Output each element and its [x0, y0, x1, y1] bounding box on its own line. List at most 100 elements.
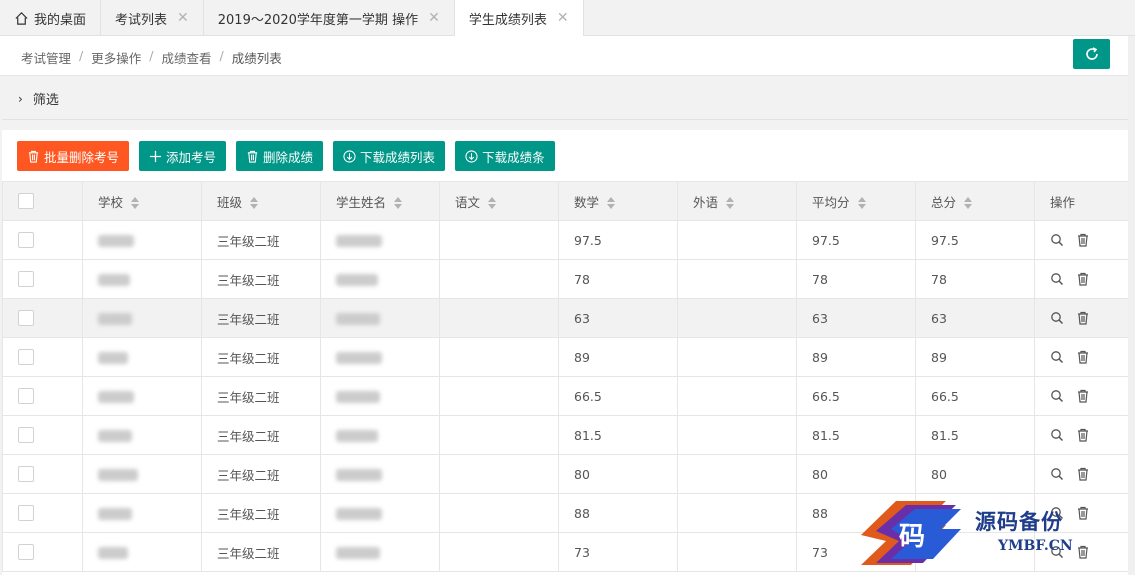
row-checkbox[interactable] — [18, 388, 34, 405]
header-label: 语文 — [455, 194, 481, 210]
row-checkbox[interactable] — [18, 427, 34, 444]
table-row[interactable]: 三年级二班 78 78 78 — [2, 259, 1131, 299]
row-select-cell — [2, 415, 83, 455]
table-header-row: 学校 班级 学生姓名 语文 数学 外语 平均分 总分 操作 — [2, 181, 1131, 221]
header-label: 平均分 — [812, 194, 850, 210]
scrollbar[interactable] — [1128, 36, 1135, 575]
table-row[interactable]: 三年级二班 81.5 81.5 81.5 — [2, 415, 1131, 455]
sort-icon[interactable] — [726, 197, 735, 209]
redacted-name — [336, 391, 380, 403]
cell-average: 97.5 — [796, 220, 916, 260]
view-icon[interactable] — [1050, 311, 1064, 325]
view-icon[interactable] — [1050, 428, 1064, 442]
delete-scores-button[interactable]: 删除成绩 — [236, 141, 324, 171]
column-header-student-name[interactable]: 学生姓名 — [320, 181, 440, 221]
tab-exam-list[interactable]: 考试列表 ✕ — [101, 0, 204, 36]
row-checkbox[interactable] — [18, 505, 34, 522]
delete-icon[interactable] — [1076, 428, 1090, 442]
row-checkbox[interactable] — [18, 466, 34, 483]
breadcrumb-item[interactable]: 成绩查看 — [161, 48, 211, 67]
cell-foreign-language — [677, 220, 797, 260]
view-icon[interactable] — [1050, 467, 1064, 481]
cell-total: 89 — [915, 337, 1035, 377]
table-row[interactable]: 三年级二班 66.5 66.5 66.5 — [2, 376, 1131, 416]
row-select-cell — [2, 337, 83, 377]
tab-bar: 我的桌面 考试列表 ✕ 2019～2020学年度第一学期 操作 ✕ 学生成绩列表… — [0, 0, 1135, 37]
cell-school — [82, 337, 202, 377]
breadcrumb-separator: / — [79, 48, 84, 63]
column-header-math[interactable]: 数学 — [558, 181, 678, 221]
cell-student-name — [320, 337, 440, 377]
cell-school — [82, 298, 202, 338]
tab-home[interactable]: 我的桌面 — [0, 0, 102, 36]
row-checkbox[interactable] — [18, 310, 34, 327]
column-header-average[interactable]: 平均分 — [796, 181, 916, 221]
cell-student-name — [320, 415, 440, 455]
view-icon[interactable] — [1050, 389, 1064, 403]
close-icon[interactable]: ✕ — [557, 10, 569, 26]
breadcrumb-item[interactable]: 考试管理 — [21, 48, 71, 67]
redacted-name — [336, 313, 380, 325]
select-all-checkbox[interactable] — [18, 193, 34, 210]
view-icon[interactable] — [1050, 350, 1064, 364]
column-header-foreign-language[interactable]: 外语 — [677, 181, 797, 221]
cell-chinese — [439, 493, 559, 533]
redacted-school — [98, 352, 128, 364]
cell-student-name — [320, 220, 440, 260]
table-row[interactable]: 三年级二班 97.5 97.5 97.5 — [2, 220, 1131, 260]
watermark-subtext: YMBF.CN — [998, 538, 1073, 554]
sort-icon[interactable] — [488, 197, 497, 209]
redacted-school — [98, 235, 134, 247]
column-header-class[interactable]: 班级 — [201, 181, 321, 221]
view-icon[interactable] — [1050, 233, 1064, 247]
delete-icon[interactable] — [1076, 350, 1090, 364]
tab-student-scores[interactable]: 学生成绩列表 ✕ — [454, 0, 584, 37]
add-exam-number-button[interactable]: 添加考号 — [139, 141, 227, 171]
filter-toggle[interactable]: › 筛选 — [2, 78, 1128, 120]
row-checkbox[interactable] — [18, 271, 34, 288]
sort-icon[interactable] — [394, 197, 403, 209]
column-header-chinese[interactable]: 语文 — [439, 181, 559, 221]
table-row[interactable]: 三年级二班 63 63 63 — [2, 298, 1131, 338]
sort-icon[interactable] — [250, 197, 259, 209]
breadcrumb-item[interactable]: 更多操作 — [91, 48, 141, 67]
sort-icon[interactable] — [964, 197, 973, 209]
cell-total: 97.5 — [915, 220, 1035, 260]
delete-icon[interactable] — [1076, 467, 1090, 481]
row-select-cell — [2, 454, 83, 494]
close-icon[interactable]: ✕ — [428, 10, 440, 26]
tab-semester-ops[interactable]: 2019～2020学年度第一学期 操作 ✕ — [204, 0, 455, 36]
tab-label: 学生成绩列表 — [468, 12, 547, 28]
watermark-text: 源码备份 — [975, 509, 1063, 534]
delete-icon[interactable] — [1076, 389, 1090, 403]
redacted-school — [98, 547, 128, 559]
cell-total: 81.5 — [915, 415, 1035, 455]
delete-icon[interactable] — [1076, 272, 1090, 286]
column-header-school[interactable]: 学校 — [82, 181, 202, 221]
batch-delete-button[interactable]: 批量删除考号 — [17, 141, 130, 171]
refresh-button[interactable] — [1073, 39, 1110, 69]
toolbar: 批量删除考号 添加考号 删除成绩 下载成绩列表 下载成绩条 — [17, 141, 555, 171]
row-checkbox[interactable] — [18, 349, 34, 366]
cell-class: 三年级二班 — [201, 337, 321, 377]
filter-label: 筛选 — [32, 93, 59, 108]
sort-icon[interactable] — [857, 197, 866, 209]
row-checkbox[interactable] — [18, 544, 34, 561]
download-score-slip-button[interactable]: 下载成绩条 — [455, 141, 555, 171]
table-row[interactable]: 三年级二班 80 80 80 — [2, 454, 1131, 494]
select-all-cell — [2, 181, 83, 221]
delete-icon[interactable] — [1076, 311, 1090, 325]
view-icon[interactable] — [1050, 272, 1064, 286]
column-header-total[interactable]: 总分 — [915, 181, 1035, 221]
table-row[interactable]: 三年级二班 89 89 89 — [2, 337, 1131, 377]
close-icon[interactable]: ✕ — [177, 10, 189, 26]
delete-icon[interactable] — [1076, 233, 1090, 247]
cell-student-name — [320, 298, 440, 338]
cell-actions — [1034, 298, 1131, 338]
sort-icon[interactable] — [607, 197, 616, 209]
button-label: 删除成绩 — [263, 149, 314, 165]
sort-icon[interactable] — [131, 197, 140, 209]
download-score-list-button[interactable]: 下载成绩列表 — [333, 141, 446, 171]
cell-chinese — [439, 337, 559, 377]
row-checkbox[interactable] — [18, 232, 34, 249]
